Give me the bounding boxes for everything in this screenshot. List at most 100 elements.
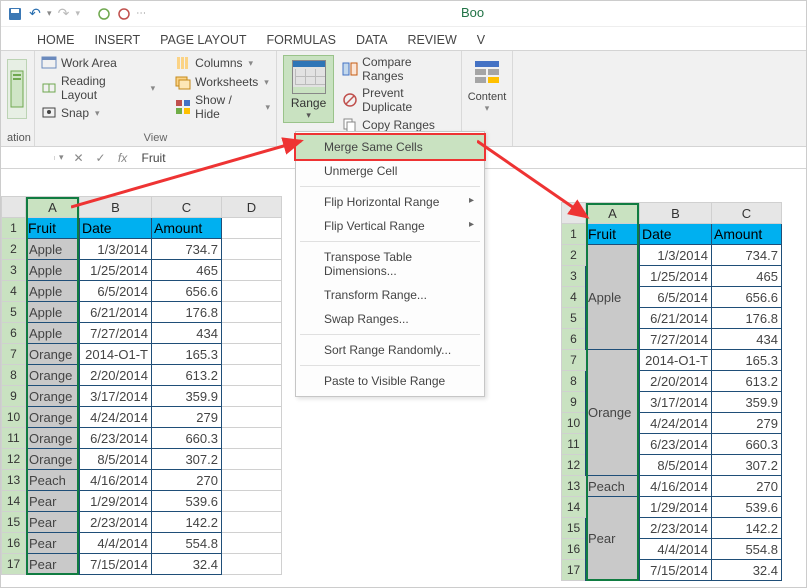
header-fruit[interactable]: Fruit xyxy=(26,218,80,239)
row-header[interactable]: 4 xyxy=(562,287,586,308)
cell-date[interactable]: 2/20/2014 xyxy=(640,371,712,392)
row-header[interactable]: 13 xyxy=(2,470,26,491)
cell[interactable] xyxy=(222,449,282,470)
cell-fruit[interactable]: Pear xyxy=(26,512,80,533)
select-all-corner[interactable] xyxy=(2,197,26,218)
cell-date[interactable]: 4/24/2014 xyxy=(80,407,152,428)
cell-date[interactable]: 6/23/2014 xyxy=(80,428,152,449)
formula-content[interactable]: Fruit xyxy=(134,151,166,165)
cell-date[interactable]: 2/23/2014 xyxy=(80,512,152,533)
cell-date[interactable]: 6/5/2014 xyxy=(640,287,712,308)
row-header[interactable]: 17 xyxy=(562,560,586,581)
cell-fruit[interactable]: Apple xyxy=(26,239,80,260)
col-header-c[interactable]: C xyxy=(712,203,782,224)
menu-swap[interactable]: Swap Ranges... xyxy=(296,307,484,331)
cell-amount[interactable]: 307.2 xyxy=(152,449,222,470)
cell[interactable] xyxy=(222,218,282,239)
cell-date[interactable]: 1/25/2014 xyxy=(640,266,712,287)
row-header[interactable]: 16 xyxy=(2,533,26,554)
cell-amount[interactable]: 279 xyxy=(152,407,222,428)
content-button[interactable]: Content ▾ xyxy=(468,55,506,114)
row-header[interactable]: 7 xyxy=(2,344,26,365)
cell-amount[interactable]: 539.6 xyxy=(712,497,782,518)
row-header[interactable]: 10 xyxy=(2,407,26,428)
cell-fruit[interactable]: Apple xyxy=(26,323,80,344)
row-header[interactable]: 15 xyxy=(562,518,586,539)
cell-amount[interactable]: 734.7 xyxy=(152,239,222,260)
cell[interactable] xyxy=(222,407,282,428)
row-header[interactable]: 2 xyxy=(2,239,26,260)
cell-fruit-merged[interactable]: Apple xyxy=(586,245,640,350)
cell-amount[interactable]: 660.3 xyxy=(712,434,782,455)
undo-split[interactable]: ▾ xyxy=(47,8,52,19)
cell-amount[interactable]: 279 xyxy=(712,413,782,434)
cell-amount[interactable]: 554.8 xyxy=(152,533,222,554)
row-header[interactable]: 11 xyxy=(2,428,26,449)
cell-amount[interactable]: 656.6 xyxy=(152,281,222,302)
cell-amount[interactable]: 434 xyxy=(152,323,222,344)
row-header[interactable]: 17 xyxy=(2,554,26,575)
fx-icon[interactable]: fx xyxy=(112,151,134,165)
tab-formulas[interactable]: FORMULAS xyxy=(267,31,336,50)
cell[interactable] xyxy=(222,512,282,533)
cell-amount[interactable]: 142.2 xyxy=(712,518,782,539)
cell-fruit-merged[interactable]: Orange xyxy=(586,350,640,476)
navigation-pane-button[interactable] xyxy=(7,59,27,119)
circle-red-icon[interactable] xyxy=(116,6,132,22)
cell-date[interactable]: 4/16/2014 xyxy=(640,476,712,497)
col-header-a[interactable]: A xyxy=(26,197,80,218)
qat-customize[interactable]: ⋯ xyxy=(136,8,146,19)
row-header[interactable]: 9 xyxy=(2,386,26,407)
header-amount[interactable]: Amount xyxy=(152,218,222,239)
menu-transform[interactable]: Transform Range... xyxy=(296,283,484,307)
cell-amount[interactable]: 165.3 xyxy=(712,350,782,371)
row-header[interactable]: 10 xyxy=(562,413,586,434)
cell-amount[interactable]: 176.8 xyxy=(712,308,782,329)
cell-amount[interactable]: 142.2 xyxy=(152,512,222,533)
header-date[interactable]: Date xyxy=(80,218,152,239)
cell-date[interactable]: 3/17/2014 xyxy=(640,392,712,413)
cell-date[interactable]: 2/20/2014 xyxy=(80,365,152,386)
cell-date[interactable]: 2/23/2014 xyxy=(640,518,712,539)
row-header[interactable]: 4 xyxy=(2,281,26,302)
cell[interactable] xyxy=(222,365,282,386)
save-icon[interactable] xyxy=(7,6,23,22)
col-header-d[interactable]: D xyxy=(222,197,282,218)
cell[interactable] xyxy=(222,281,282,302)
cell-date[interactable]: 2014-O1-T xyxy=(80,344,152,365)
tab-review[interactable]: REVIEW xyxy=(407,31,456,50)
cell-amount[interactable]: 270 xyxy=(152,470,222,491)
cell-date[interactable]: 7/27/2014 xyxy=(640,329,712,350)
row-header[interactable]: 1 xyxy=(562,224,586,245)
cell-amount[interactable]: 539.6 xyxy=(152,491,222,512)
undo-icon[interactable]: ↶ xyxy=(27,6,43,22)
cell-amount[interactable]: 32.4 xyxy=(152,554,222,575)
grid-before[interactable]: A B C D 1 Fruit Date Amount 2 Apple 1/3/… xyxy=(1,196,282,575)
cell-fruit[interactable]: Apple xyxy=(26,302,80,323)
cell-fruit[interactable]: Orange xyxy=(26,344,80,365)
cell-date[interactable]: 3/17/2014 xyxy=(80,386,152,407)
accept-formula-icon[interactable]: ✓ xyxy=(90,151,112,165)
cell-amount[interactable]: 434 xyxy=(712,329,782,350)
row-header[interactable]: 9 xyxy=(562,392,586,413)
row-header[interactable]: 6 xyxy=(2,323,26,344)
row-header[interactable]: 5 xyxy=(2,302,26,323)
cell-amount[interactable]: 465 xyxy=(152,260,222,281)
cell-amount[interactable]: 165.3 xyxy=(152,344,222,365)
tab-home[interactable]: HOME xyxy=(37,31,75,50)
cell-amount[interactable]: 359.9 xyxy=(712,392,782,413)
cancel-formula-icon[interactable]: ✕ xyxy=(68,151,90,165)
cell[interactable] xyxy=(222,533,282,554)
col-header-c[interactable]: C xyxy=(152,197,222,218)
cell-date[interactable]: 1/3/2014 xyxy=(640,245,712,266)
row-header[interactable]: 12 xyxy=(562,455,586,476)
cell[interactable] xyxy=(222,491,282,512)
select-all-corner[interactable] xyxy=(562,203,586,224)
grid-after[interactable]: A B C 1 Fruit Date Amount2Apple1/3/2014 … xyxy=(561,202,782,581)
redo-split[interactable]: ▾ xyxy=(76,8,81,19)
row-header[interactable]: 7 xyxy=(562,350,586,371)
worksheets-button[interactable]: Worksheets▾ xyxy=(175,74,270,90)
cell[interactable] xyxy=(222,323,282,344)
cell-fruit[interactable]: Orange xyxy=(26,449,80,470)
cell-amount[interactable]: 32.4 xyxy=(712,560,782,581)
